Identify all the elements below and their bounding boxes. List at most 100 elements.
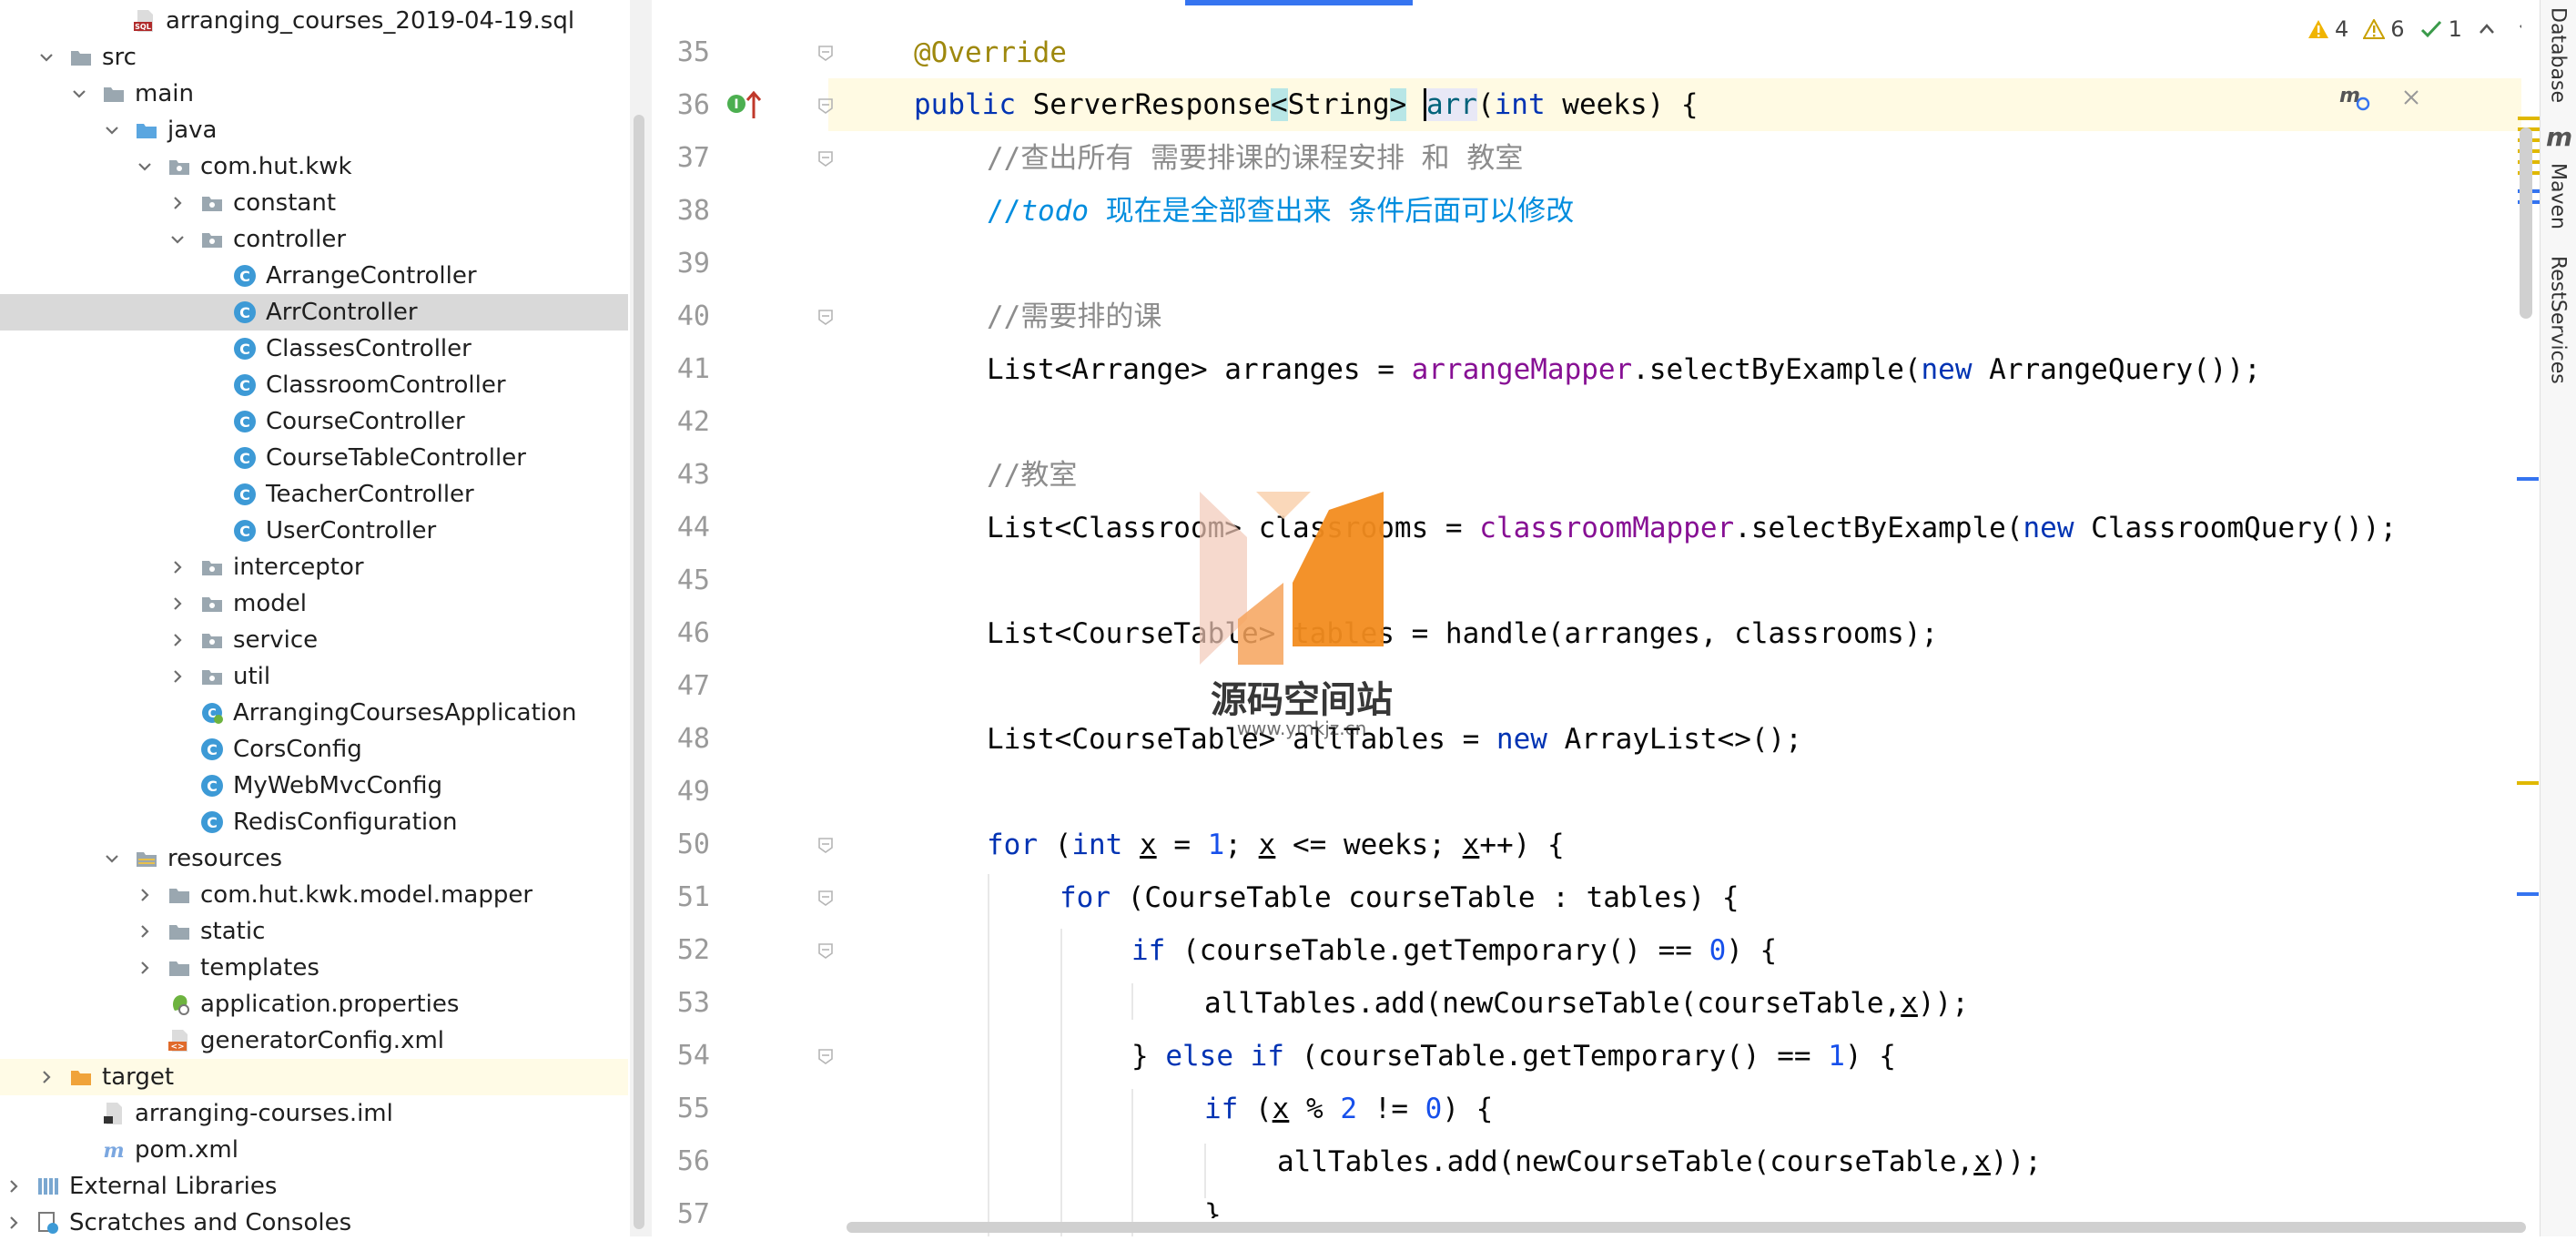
tree-item[interactable]: C CorsConfig [0,731,628,768]
line-number[interactable]: 56 [652,1135,710,1188]
tree-item[interactable]: interceptor [0,549,628,585]
tree-item[interactable]: main [0,76,628,112]
line-number[interactable]: 52 [652,924,710,977]
code-line-46[interactable]: List<CourseTable> tables = handle(arrang… [987,607,1938,660]
project-tree-scroll-thumb[interactable] [634,115,644,1229]
tree-item[interactable]: <> generatorConfig.xml [0,1022,628,1059]
line-number[interactable]: 54 [652,1030,710,1083]
tree-item[interactable]: C ArrangeController [0,258,628,294]
code-line-52[interactable]: if (courseTable.getTemporary() == 0) { [1131,924,1777,977]
chevron-up-icon[interactable] [2477,19,2497,39]
tree-item[interactable]: C ArrangingCoursesApplication [0,695,628,731]
tree-item[interactable]: com.hut.kwk [0,148,628,185]
tree-item[interactable]: static [0,913,628,950]
tree-item[interactable]: C UserController [0,513,628,549]
tree-item[interactable]: C ClassroomController [0,367,628,403]
code-line-53[interactable]: allTables.add(newCourseTable(courseTable… [1204,977,1969,1030]
line-number[interactable]: 45 [652,554,710,607]
editor-horizontal-scroll-thumb[interactable] [847,1222,2526,1233]
tree-item[interactable]: C CourseController [0,403,628,440]
chevron-right-icon[interactable] [167,193,188,213]
fold-icon[interactable] [817,309,834,325]
fold-icon[interactable] [817,837,834,853]
chevron-down-icon[interactable] [135,157,155,177]
line-number[interactable]: 50 [652,819,710,871]
chevron-down-icon[interactable] [102,849,122,869]
override-arrow-icon[interactable] [745,89,763,120]
line-number[interactable]: 55 [652,1083,710,1135]
line-number[interactable]: 57 [652,1188,710,1241]
chevron-right-icon[interactable] [167,630,188,650]
line-number[interactable]: 42 [652,396,710,449]
tree-item[interactable]: m pom.xml [0,1132,628,1168]
maven-reload-icon[interactable]: m [2339,84,2370,111]
tree-item[interactable]: SQL arranging_courses_2019-04-19.sql [0,3,628,39]
line-number[interactable]: 51 [652,871,710,924]
fold-icon[interactable] [817,45,834,61]
code-line-41[interactable]: List<Arrange> arranges = arrangeMapper.s… [987,343,2261,396]
tree-item[interactable]: C CourseTableController [0,440,628,476]
chevron-right-icon[interactable] [167,666,188,687]
restservices-tool-tab[interactable]: RestServices [2540,251,2576,388]
tree-item[interactable]: target [0,1059,628,1095]
stripe-mark[interactable] [2517,892,2539,896]
tree-item[interactable]: src [0,39,628,76]
tree-item[interactable]: Scratches and Consoles [0,1205,628,1236]
code-line-51[interactable]: for (CourseTable courseTable : tables) { [1060,871,1739,924]
line-number[interactable]: 35 [652,26,710,79]
tree-item[interactable]: util [0,658,628,695]
chevron-right-icon[interactable] [135,885,155,905]
tree-item[interactable]: com.hut.kwk.model.mapper [0,877,628,913]
tree-item[interactable]: C ArrController [0,294,628,331]
line-number[interactable]: 40 [652,290,710,343]
close-icon[interactable] [2401,87,2421,107]
line-number[interactable]: 53 [652,977,710,1030]
tree-item[interactable]: templates [0,950,628,986]
chevron-right-icon[interactable] [167,557,188,577]
maven-tool-tab[interactable]: Maven [2540,155,2576,237]
line-number[interactable]: 37 [652,132,710,185]
fold-icon[interactable] [817,1048,834,1064]
tree-item[interactable]: model [0,585,628,622]
chevron-right-icon[interactable] [167,594,188,614]
fold-icon[interactable] [817,890,834,906]
code-line-40[interactable]: //需要排的课 [987,290,1161,343]
code-line-37[interactable]: //查出所有 需要排课的课程安排 和 教室 [987,132,1523,185]
line-number[interactable]: 41 [652,343,710,396]
code-line-55[interactable]: if (x % 2 != 0) { [1204,1083,1493,1135]
code-line-43[interactable]: //教室 [987,449,1077,502]
line-number[interactable]: 36 [652,79,710,132]
chevron-right-icon[interactable] [36,1067,56,1087]
tree-item[interactable]: java [0,112,628,148]
tree-item[interactable]: constant [0,185,628,221]
code-line-38[interactable]: //todo 现在是全部查出来 条件后面可以修改 [987,185,1574,238]
tree-item[interactable]: arranging-courses.iml [0,1095,628,1132]
database-tool-tab[interactable]: Database [2540,0,2576,109]
chevron-right-icon[interactable] [135,921,155,941]
line-number[interactable]: 38 [652,185,710,238]
line-number[interactable]: 39 [652,238,710,290]
chevron-down-icon[interactable] [167,229,188,249]
chevron-down-icon[interactable] [102,120,122,140]
code-line-57[interactable]: } [1204,1188,1222,1218]
project-tree[interactable]: SQL arranging_courses_2019-04-19.sql src ma… [0,0,628,1236]
editor-vertical-scroll-thumb[interactable] [2520,127,2532,319]
code-line-54[interactable]: } else if (courseTable.getTemporary() ==… [1131,1030,1896,1083]
fold-icon[interactable] [817,942,834,959]
chevron-down-icon[interactable] [36,47,56,67]
chevron-right-icon[interactable] [4,1213,24,1233]
chevron-right-icon[interactable] [135,958,155,978]
fold-icon[interactable] [817,150,834,167]
tree-item[interactable]: External Libraries [0,1168,628,1205]
code-line-56[interactable]: allTables.add(newCourseTable(courseTable… [1277,1135,2042,1188]
chevron-down-icon[interactable] [69,84,89,104]
tree-item[interactable]: C RedisConfiguration [0,804,628,840]
tree-item[interactable]: service [0,622,628,658]
project-tree-scrollbar[interactable] [630,0,652,1236]
fold-icon[interactable] [817,97,834,114]
maven-reload-popup[interactable]: m [2339,84,2421,111]
tree-item[interactable]: application.properties [0,986,628,1022]
line-number[interactable]: 49 [652,766,710,819]
tree-item[interactable]: resources [0,840,628,877]
line-number[interactable]: 46 [652,607,710,660]
